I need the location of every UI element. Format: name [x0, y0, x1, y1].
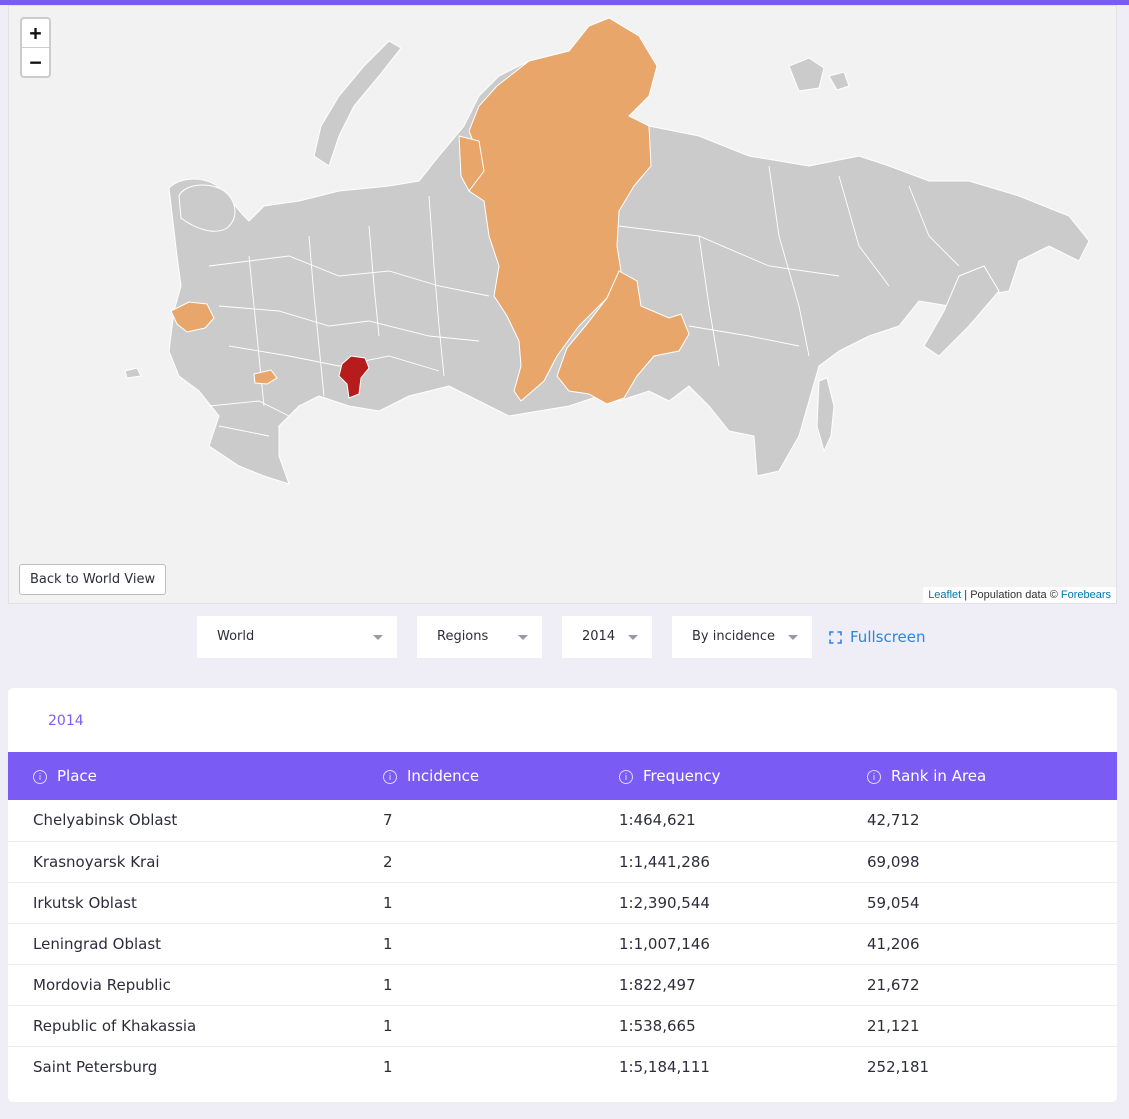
- column-header-frequency[interactable]: i Frequency: [619, 752, 867, 800]
- cell-frequency: 1:822,497: [619, 975, 696, 994]
- cell-rank: 59,054: [867, 893, 920, 912]
- zoom-out-button[interactable]: −: [22, 48, 49, 76]
- table-row: Krasnoyarsk Krai 2 1:1,441,286 69,098: [8, 841, 1117, 882]
- cell-incidence: 1: [383, 975, 393, 994]
- info-icon[interactable]: i: [383, 770, 397, 784]
- info-icon[interactable]: i: [867, 770, 881, 784]
- fullscreen-label: Fullscreen: [850, 628, 926, 646]
- chevron-down-icon: [373, 635, 383, 640]
- cell-incidence: 2: [383, 852, 393, 871]
- year-tab[interactable]: 2014: [48, 713, 84, 729]
- attribution-separator: | Population data ©: [961, 589, 1061, 601]
- cell-place[interactable]: Irkutsk Oblast: [8, 882, 383, 923]
- cell-rank: 69,098: [867, 852, 920, 871]
- cell-place[interactable]: Leningrad Oblast: [8, 923, 383, 964]
- zoom-control: + −: [20, 17, 51, 78]
- results-table: i Place i Incidence i Frequency i Rank in Ar…: [8, 752, 1117, 1087]
- info-icon[interactable]: i: [33, 770, 47, 784]
- kaliningrad: [124, 367, 142, 379]
- table-row: Chelyabinsk Oblast 7 1:464,621 42,712: [8, 800, 1117, 841]
- arctic-islands: [788, 57, 850, 92]
- cell-frequency: 1:5,184,111: [619, 1057, 710, 1076]
- zoom-in-button[interactable]: +: [22, 19, 49, 48]
- cell-place[interactable]: Saint Petersburg: [8, 1046, 383, 1087]
- year-select-value: 2014: [582, 629, 616, 644]
- mode-select-value: By incidence: [692, 629, 775, 644]
- sakhalin: [816, 377, 835, 453]
- cell-rank: 21,121: [867, 1016, 920, 1035]
- mode-select[interactable]: By incidence: [672, 616, 812, 658]
- table-row: Mordovia Republic 1 1:822,497 21,672: [8, 964, 1117, 1005]
- russia-regions-map[interactable]: [9, 6, 1117, 604]
- chevron-down-icon: [788, 635, 798, 640]
- back-to-world-view-button[interactable]: Back to World View: [19, 564, 167, 595]
- cell-frequency: 1:1,441,286: [619, 852, 710, 871]
- cell-frequency: 1:1,007,146: [619, 934, 710, 953]
- info-icon[interactable]: i: [619, 770, 633, 784]
- forebears-link[interactable]: Forebears: [1061, 589, 1111, 601]
- cell-place[interactable]: Krasnoyarsk Krai: [8, 841, 383, 882]
- column-header-rank-in-area[interactable]: i Rank in Area: [867, 752, 1117, 800]
- cell-place[interactable]: Republic of Khakassia: [8, 1005, 383, 1046]
- cell-rank: 252,181: [867, 1057, 930, 1076]
- cell-incidence: 1: [383, 934, 393, 953]
- scope-select-value: World: [217, 629, 255, 644]
- scope-select[interactable]: World: [197, 616, 397, 658]
- map-attribution: Leaflet | Population data © Forebears: [923, 587, 1116, 603]
- map-panel[interactable]: + − Back to World View Leaflet | Populat…: [8, 5, 1117, 604]
- cell-place[interactable]: Mordovia Republic: [8, 964, 383, 1005]
- cell-rank: 41,206: [867, 934, 920, 953]
- cell-incidence: 1: [383, 893, 393, 912]
- cell-rank: 42,712: [867, 811, 920, 830]
- table-row: Republic of Khakassia 1 1:538,665 21,121: [8, 1005, 1117, 1046]
- chevron-down-icon: [518, 635, 528, 640]
- table-row: Leningrad Oblast 1 1:1,007,146 41,206: [8, 923, 1117, 964]
- table-row: Saint Petersburg 1 1:5,184,111 252,181: [8, 1046, 1117, 1087]
- cell-incidence: 1: [383, 1057, 393, 1076]
- table-row: Irkutsk Oblast 1 1:2,390,544 59,054: [8, 882, 1117, 923]
- fullscreen-button[interactable]: Fullscreen: [829, 626, 926, 648]
- cell-incidence: 7: [383, 811, 393, 830]
- novaya-zemlya: [313, 40, 402, 167]
- cell-place[interactable]: Chelyabinsk Oblast: [8, 800, 383, 841]
- level-select-value: Regions: [437, 629, 489, 644]
- level-select[interactable]: Regions: [417, 616, 542, 658]
- chevron-down-icon: [628, 635, 638, 640]
- year-select[interactable]: 2014: [562, 616, 652, 658]
- cell-incidence: 1: [383, 1016, 393, 1035]
- cell-frequency: 1:464,621: [619, 811, 696, 830]
- cell-frequency: 1:538,665: [619, 1016, 696, 1035]
- cell-rank: 21,672: [867, 975, 920, 994]
- cell-frequency: 1:2,390,544: [619, 893, 710, 912]
- expand-icon: [829, 631, 842, 644]
- leaflet-link[interactable]: Leaflet: [928, 589, 961, 601]
- column-header-incidence[interactable]: i Incidence: [383, 752, 619, 800]
- table-header-row: i Place i Incidence i Frequency i Rank in Ar…: [8, 752, 1117, 800]
- column-header-place[interactable]: i Place: [8, 752, 383, 800]
- results-card: 2014 i Place i Incidence i Frequency i Rank …: [8, 688, 1117, 1102]
